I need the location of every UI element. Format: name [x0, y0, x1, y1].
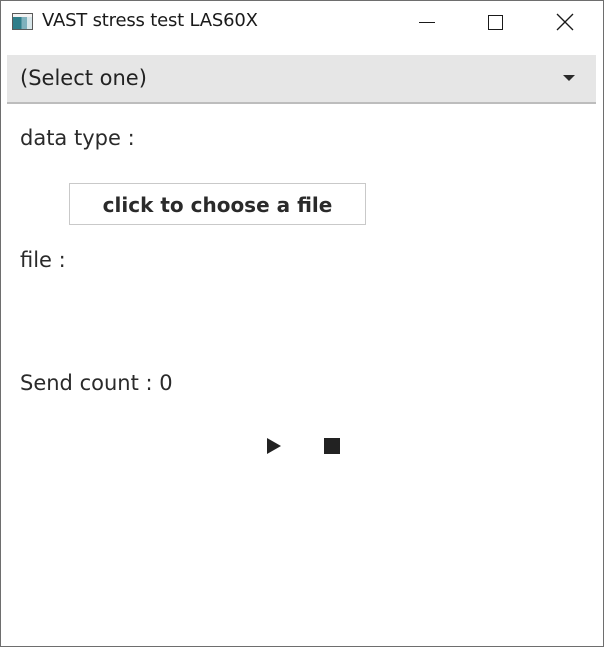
stop-button[interactable]	[315, 429, 349, 463]
close-icon	[556, 13, 574, 31]
data-type-select[interactable]: (Select one)	[7, 55, 596, 104]
title-bar[interactable]: VAST stress test LAS60X	[1, 1, 603, 45]
window-title: VAST stress test LAS60X	[42, 10, 258, 31]
maximize-icon	[488, 15, 503, 30]
choose-file-button[interactable]: click to choose a file	[69, 183, 366, 225]
file-label: file :	[20, 248, 66, 272]
select-value: (Select one)	[20, 66, 147, 90]
send-count-label: Send count : 0	[20, 371, 173, 395]
data-type-label: data type :	[20, 126, 135, 150]
chevron-down-icon	[563, 75, 575, 81]
minimize-icon	[419, 22, 435, 23]
play-button[interactable]	[257, 429, 291, 463]
close-button[interactable]	[542, 1, 588, 45]
maximize-button[interactable]	[472, 1, 518, 45]
stop-icon	[324, 438, 340, 454]
app-window-icon	[12, 13, 33, 30]
app-window: VAST stress test LAS60X (Select one) dat…	[0, 0, 604, 647]
minimize-button[interactable]	[404, 1, 450, 45]
play-icon	[267, 438, 281, 454]
